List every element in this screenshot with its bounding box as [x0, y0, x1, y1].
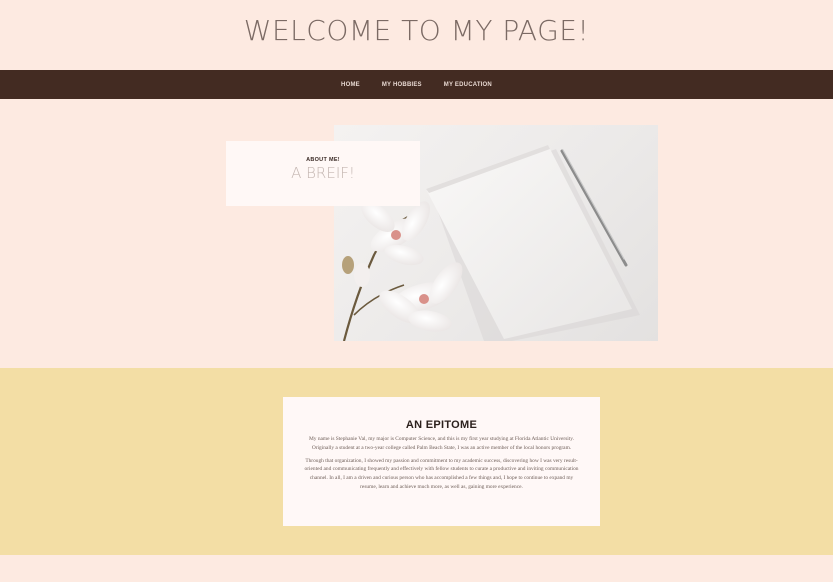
- epitome-paragraph-2: Through that organization, I showed my p…: [304, 457, 579, 490]
- epitome-title: AN EPITOME: [405, 419, 478, 431]
- main-navbar: HOME MY HOBBIES MY EDUCATION: [0, 70, 833, 99]
- about-me-label: ABOUT ME!: [306, 157, 340, 163]
- about-me-title: A BREIF!: [291, 164, 355, 182]
- epitome-paragraph-1: My name is Stephanie Val, my major is Co…: [309, 436, 574, 451]
- epitome-card: AN EPITOME My name is Stephanie Val, my …: [283, 397, 600, 526]
- page-title: WELCOME TO MY PAGE!: [243, 14, 590, 47]
- about-me-card: ABOUT ME! A BREIF!: [226, 141, 420, 206]
- nav-link-my-education[interactable]: MY EDUCATION: [444, 82, 492, 88]
- nav-link-home[interactable]: HOME: [341, 82, 360, 88]
- nav-link-my-hobbies[interactable]: MY HOBBIES: [382, 82, 422, 88]
